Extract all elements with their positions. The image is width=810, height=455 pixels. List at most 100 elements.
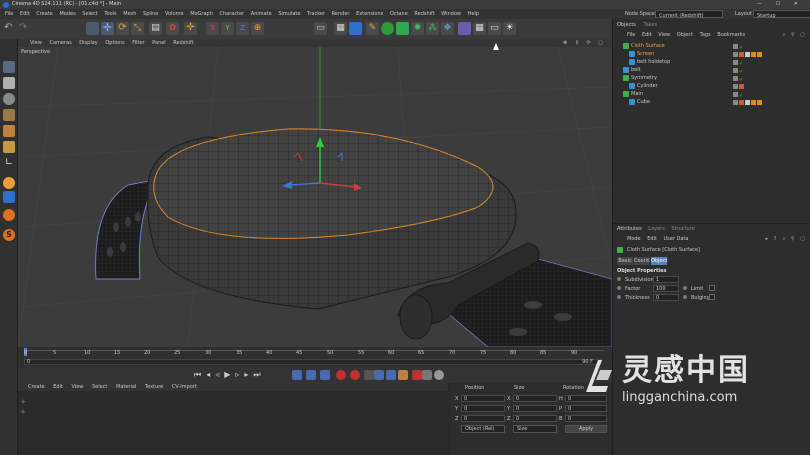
tab-takes[interactable]: Takes bbox=[643, 22, 657, 28]
material-add-icon[interactable]: + + bbox=[18, 397, 28, 419]
live-selection-icon[interactable] bbox=[86, 22, 99, 35]
array-icon[interactable] bbox=[396, 22, 409, 35]
object-tags[interactable] bbox=[733, 99, 763, 107]
close-button[interactable]: ✕ bbox=[794, 1, 804, 7]
material-menu-select[interactable]: Select bbox=[92, 384, 107, 390]
tab-attributes[interactable]: Attributes bbox=[617, 226, 642, 232]
subdivision-surface-icon[interactable] bbox=[381, 22, 394, 35]
deformer-icon[interactable]: ✺ bbox=[411, 22, 424, 35]
timeline[interactable]: 0 5 10 15 20 25 30 35 40 45 50 55 60 65 … bbox=[18, 347, 612, 367]
objects-search-icon[interactable]: ⌕ ⚲ ▢ bbox=[783, 31, 807, 39]
limit-checkbox[interactable] bbox=[709, 285, 715, 291]
tab-objects[interactable]: Objects bbox=[617, 22, 636, 28]
viewport-menu-redshift[interactable]: Redshift bbox=[173, 40, 193, 46]
bulging-checkbox[interactable] bbox=[709, 294, 715, 300]
viewport-menu-cameras[interactable]: Cameras bbox=[49, 40, 71, 46]
material-menu-cv-import[interactable]: CV-Import bbox=[172, 384, 197, 390]
parameter-key-icon[interactable] bbox=[412, 370, 422, 380]
coordinate-mode-dropdown[interactable]: Object (Rel) bbox=[461, 425, 505, 433]
object-row-main[interactable]: Main ✓ bbox=[613, 90, 810, 99]
attributes-menu-edit[interactable]: Edit bbox=[647, 236, 657, 242]
recent-tools-icon[interactable]: ✿ bbox=[166, 22, 179, 35]
menu-simulate[interactable]: Simulate bbox=[278, 11, 300, 17]
add-point-icon[interactable]: ✛ bbox=[184, 22, 197, 35]
prev-frame-icon[interactable]: ◃ bbox=[215, 370, 224, 379]
attributes-nav-icons[interactable]: ◂ ↑ ⌕ ⚲ ▢ bbox=[765, 235, 807, 243]
position-key-icon[interactable] bbox=[374, 370, 384, 380]
floor-grid-icon[interactable]: ▦ bbox=[473, 22, 486, 35]
autokey-icon[interactable] bbox=[320, 370, 330, 380]
object-row-symmetry[interactable]: Symmetry ✓ bbox=[613, 74, 810, 83]
light-icon[interactable]: ☀ bbox=[503, 22, 516, 35]
select-icon[interactable]: ▤ bbox=[149, 22, 162, 35]
x-axis-lock-icon[interactable]: X bbox=[206, 22, 219, 35]
size-z-field[interactable]: 0 bbox=[513, 415, 557, 422]
keyframe-mode-icon[interactable] bbox=[306, 370, 316, 380]
rotation-key-icon[interactable] bbox=[398, 370, 408, 380]
record-icon[interactable] bbox=[336, 370, 346, 380]
objects-menu-object[interactable]: Object bbox=[677, 32, 693, 38]
timeline-settings-icon[interactable] bbox=[434, 370, 444, 380]
move-tool-icon[interactable]: ✛ bbox=[101, 22, 114, 35]
scene-icon[interactable] bbox=[458, 22, 471, 35]
object-row-belt[interactable]: belt ✓ bbox=[613, 66, 810, 75]
material-menu-create[interactable]: Create bbox=[28, 384, 45, 390]
edges-mode-icon[interactable] bbox=[3, 125, 15, 137]
rotation-b-field[interactable]: 0 bbox=[565, 415, 607, 422]
play-icon[interactable]: ▶ bbox=[224, 370, 235, 379]
menu-tools[interactable]: Tools bbox=[104, 11, 116, 17]
menu-octane[interactable]: Octane bbox=[390, 11, 408, 17]
auto-record-icon[interactable] bbox=[350, 370, 360, 380]
attributes-menu-mode[interactable]: Mode bbox=[627, 236, 641, 242]
object-row-cloth-surface[interactable]: Cloth Surface ✓ bbox=[613, 42, 810, 51]
menu-modes[interactable]: Modes bbox=[59, 11, 75, 17]
position-x-field[interactable]: 0 bbox=[461, 395, 505, 402]
attributes-menu-user-data[interactable]: User Data bbox=[664, 236, 689, 242]
objects-menu-file[interactable]: File bbox=[627, 32, 635, 38]
undo-icon[interactable]: ↶ bbox=[4, 22, 17, 35]
pen-spline-icon[interactable]: ✎ bbox=[366, 22, 379, 35]
loop-icon[interactable] bbox=[292, 370, 302, 380]
tab-structure[interactable]: Structure bbox=[671, 226, 694, 232]
menu-edit[interactable]: Edit bbox=[20, 11, 30, 17]
viewport-solo-icon[interactable]: ▭ bbox=[314, 22, 327, 35]
keyframe-dot-icon[interactable] bbox=[617, 295, 621, 299]
material-menu-texture[interactable]: Texture bbox=[145, 384, 163, 390]
objects-menu-tags[interactable]: Tags bbox=[700, 32, 711, 38]
menu-redshift[interactable]: Redshift bbox=[414, 11, 434, 17]
object-row-cylinder[interactable]: Cylinder bbox=[613, 82, 810, 90]
position-z-field[interactable]: 0 bbox=[461, 415, 505, 422]
script-icon[interactable]: S bbox=[3, 229, 15, 241]
model-mode-icon[interactable] bbox=[3, 61, 15, 73]
subtab-coord[interactable]: Coord. bbox=[634, 257, 650, 265]
menu-help[interactable]: Help bbox=[468, 11, 479, 17]
menu-volume[interactable]: Volume bbox=[165, 11, 184, 17]
keyframe-selection-icon[interactable] bbox=[364, 370, 374, 380]
world-coordinates-icon[interactable]: ⊕ bbox=[251, 22, 264, 35]
field-icon[interactable]: ❖ bbox=[441, 22, 454, 35]
menu-mograph[interactable]: MoGraph bbox=[190, 11, 213, 17]
tab-layers[interactable]: Layers bbox=[648, 226, 665, 232]
subtab-basic[interactable]: Basic bbox=[617, 257, 633, 265]
texture-mode-icon[interactable] bbox=[3, 77, 15, 89]
menu-extensions[interactable]: Extensions bbox=[356, 11, 383, 17]
frame-range-slider[interactable]: 0 90 F bbox=[24, 359, 602, 365]
polygons-mode-icon[interactable] bbox=[3, 141, 15, 153]
axis-mode-icon[interactable]: ∟ bbox=[3, 157, 15, 169]
minimize-button[interactable]: — bbox=[757, 1, 768, 7]
position-y-field[interactable]: 0 bbox=[461, 405, 505, 412]
material-area[interactable]: + + bbox=[18, 391, 448, 455]
menu-render[interactable]: Render bbox=[332, 11, 350, 17]
z-axis-lock-icon[interactable]: Z bbox=[236, 22, 249, 35]
material-menu-edit[interactable]: Edit bbox=[53, 384, 63, 390]
viewport-nav-icons[interactable]: ✥ ⇕ ⟳ ▢ bbox=[563, 39, 606, 47]
subtab-object[interactable]: Object bbox=[651, 257, 667, 265]
scale-tool-icon[interactable]: ⤡ bbox=[131, 22, 144, 35]
menu-create[interactable]: Create bbox=[36, 11, 53, 17]
menu-character[interactable]: Character bbox=[220, 11, 245, 17]
viewport-3d[interactable]: Perspective bbox=[18, 47, 612, 347]
mograph-cloner-icon[interactable]: ⁂ bbox=[426, 22, 439, 35]
menu-file[interactable]: File bbox=[5, 11, 13, 17]
subdivisions-field[interactable]: 1 bbox=[653, 276, 679, 283]
viewport-menu-panel[interactable]: Panel bbox=[152, 40, 166, 46]
